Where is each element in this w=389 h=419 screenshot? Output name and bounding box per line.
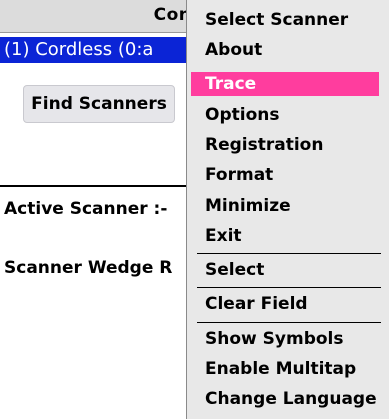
menu-item-select[interactable]: Select [191, 258, 379, 282]
menu-separator [197, 253, 381, 254]
menu-item-format[interactable]: Format [191, 163, 379, 187]
menu-item-show-symbols[interactable]: Show Symbols [191, 327, 379, 351]
menu-separator [197, 322, 381, 323]
menu-item-options[interactable]: Options [191, 103, 379, 127]
menu-item-select-scanner[interactable]: Select Scanner [191, 8, 379, 32]
menu-item-minimize[interactable]: Minimize [191, 194, 379, 218]
menu-item-enable-multitap[interactable]: Enable Multitap [191, 357, 379, 381]
menu-separator [197, 287, 381, 288]
context-menu: Select Scanner About Trace Options Regis… [186, 0, 389, 419]
menu-item-trace[interactable]: Trace [191, 72, 379, 96]
menu-item-clear-field[interactable]: Clear Field [191, 292, 379, 316]
menu-item-exit[interactable]: Exit [191, 224, 379, 248]
menu-item-registration[interactable]: Registration [191, 133, 379, 157]
scanner-wedge-label: Scanner Wedge R [4, 258, 173, 278]
menu-item-change-language[interactable]: Change Language [191, 387, 379, 411]
active-scanner-label: Active Scanner :- [4, 199, 168, 219]
menu-item-about[interactable]: About [191, 38, 379, 62]
find-scanners-button[interactable]: Find Scanners [23, 85, 175, 123]
